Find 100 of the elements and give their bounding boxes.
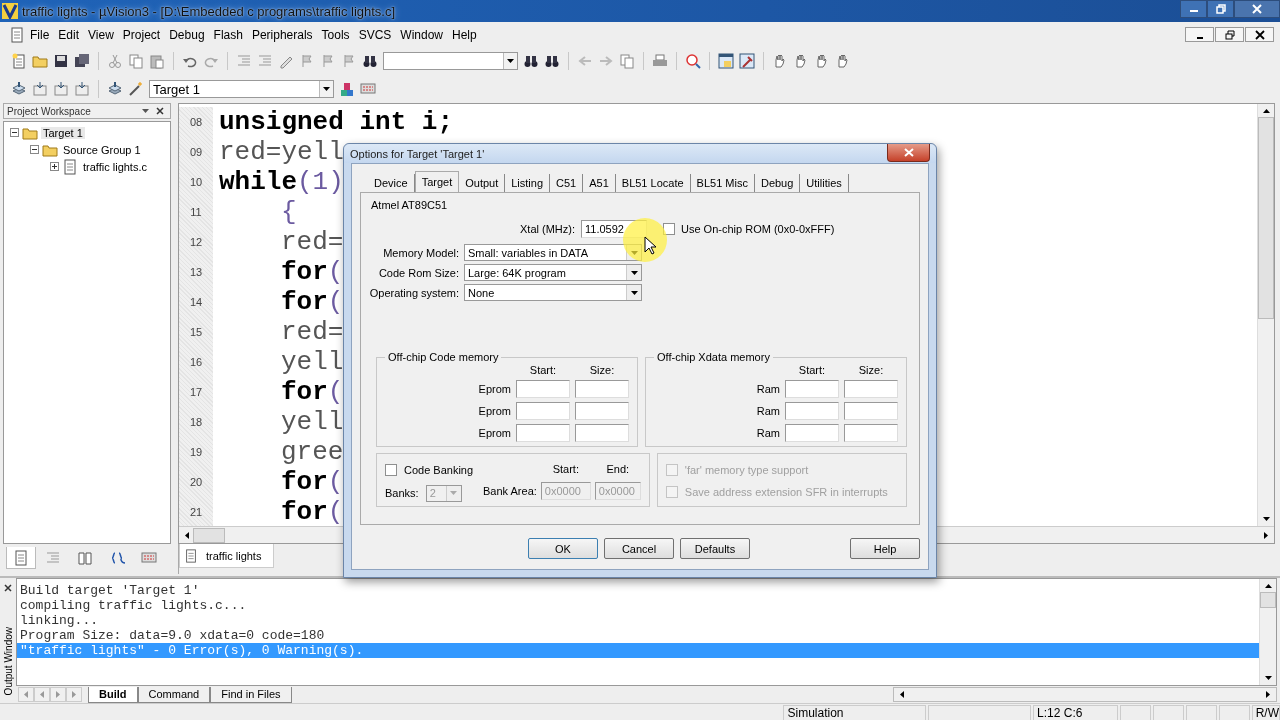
cancel-button[interactable]: Cancel bbox=[604, 538, 674, 559]
forward-arrow-icon[interactable] bbox=[598, 53, 614, 69]
help-button[interactable]: Help bbox=[850, 538, 920, 559]
dropdown[interactable]: None bbox=[464, 284, 642, 301]
bottom-tab[interactable]: Find in Files bbox=[210, 686, 292, 703]
scrollbar-thumb[interactable] bbox=[1260, 592, 1276, 608]
hand-icon[interactable] bbox=[793, 53, 809, 69]
scroll-up-icon[interactable] bbox=[1262, 109, 1270, 113]
tree-item[interactable]: traffic lights.c bbox=[81, 160, 149, 173]
close-icon[interactable] bbox=[156, 107, 164, 115]
close-icon[interactable] bbox=[4, 584, 12, 592]
copy-icon[interactable] bbox=[128, 53, 144, 69]
input-field[interactable] bbox=[844, 424, 898, 442]
dialog-tab[interactable]: Target bbox=[414, 171, 460, 192]
save-all-icon[interactable] bbox=[74, 53, 90, 69]
close-button[interactable] bbox=[887, 144, 930, 162]
hammer-window-icon[interactable] bbox=[739, 53, 755, 69]
tree-item[interactable]: Source Group 1 bbox=[61, 143, 143, 156]
menu-item[interactable]: Project bbox=[118, 25, 165, 44]
save-icon[interactable] bbox=[53, 53, 69, 69]
restore-button[interactable] bbox=[1215, 27, 1244, 42]
input-field[interactable] bbox=[844, 402, 898, 420]
restore-button[interactable] bbox=[1207, 0, 1234, 18]
tab-scroll-button[interactable] bbox=[34, 687, 50, 702]
editor-tab[interactable]: traffic lights bbox=[179, 544, 275, 568]
menu-item[interactable]: Edit bbox=[54, 25, 84, 44]
new-file-icon[interactable] bbox=[11, 53, 27, 69]
menu-item[interactable]: Flash bbox=[209, 25, 247, 44]
ok-button[interactable]: OK bbox=[528, 538, 598, 559]
menu-item[interactable]: Help bbox=[448, 25, 481, 44]
input-field[interactable] bbox=[844, 380, 898, 398]
wand-icon[interactable] bbox=[128, 81, 144, 97]
vertical-scrollbar[interactable] bbox=[1257, 104, 1274, 526]
menu-item[interactable]: Peripherals bbox=[247, 25, 317, 44]
print-icon[interactable] bbox=[652, 53, 668, 69]
hand-icon[interactable] bbox=[772, 53, 788, 69]
dialog-tab[interactable]: BL51 Misc bbox=[690, 174, 755, 192]
dialog-tab[interactable]: Debug bbox=[754, 174, 801, 192]
scroll-up-icon[interactable] bbox=[1264, 584, 1272, 588]
dialog-tab[interactable]: Device bbox=[368, 174, 415, 192]
scroll-down-icon[interactable] bbox=[1262, 517, 1270, 521]
input-field[interactable] bbox=[575, 402, 629, 420]
scrollbar-thumb[interactable] bbox=[193, 527, 225, 543]
flag-icon[interactable] bbox=[299, 53, 315, 69]
checkbox[interactable] bbox=[385, 464, 397, 476]
tab-scroll-button[interactable] bbox=[66, 687, 82, 702]
vertical-scrollbar[interactable] bbox=[1259, 579, 1276, 685]
scroll-down-icon[interactable] bbox=[1264, 676, 1272, 680]
panel-tab[interactable] bbox=[6, 547, 36, 569]
bottom-tab[interactable]: Command bbox=[137, 686, 211, 703]
dialog-tab[interactable]: A51 bbox=[583, 174, 616, 192]
search-icon[interactable] bbox=[523, 53, 539, 69]
back-arrow-icon[interactable] bbox=[577, 53, 593, 69]
build-all-icon[interactable] bbox=[53, 81, 69, 97]
input-field[interactable] bbox=[785, 402, 839, 420]
dialog-tab[interactable]: BL51 Locate bbox=[615, 174, 691, 192]
dialog-tab[interactable]: Listing bbox=[505, 174, 551, 192]
menu-item[interactable]: SVCS bbox=[354, 25, 396, 44]
menu-item[interactable]: Tools bbox=[317, 25, 354, 44]
binoculars-icon[interactable] bbox=[544, 53, 560, 69]
tree-item[interactable]: Target 1 bbox=[41, 126, 85, 139]
tab-scroll-button[interactable] bbox=[18, 687, 34, 702]
open-folder-icon[interactable] bbox=[32, 53, 48, 69]
target-select[interactable]: Target 1 bbox=[149, 80, 334, 98]
window-icon[interactable] bbox=[718, 53, 734, 69]
dialog-tab[interactable]: Output bbox=[459, 174, 506, 192]
menu-item[interactable]: Window bbox=[396, 25, 447, 44]
flag-icon[interactable] bbox=[341, 53, 357, 69]
scroll-left-icon[interactable] bbox=[185, 531, 189, 539]
download-icon[interactable] bbox=[107, 81, 123, 97]
keyboard-icon[interactable] bbox=[360, 81, 376, 97]
cut-icon[interactable] bbox=[107, 53, 123, 69]
checkbox[interactable] bbox=[663, 223, 675, 235]
expander-icon[interactable] bbox=[10, 128, 19, 137]
load-icon[interactable] bbox=[11, 81, 27, 97]
minimize-button[interactable] bbox=[1185, 27, 1214, 42]
hand-icon[interactable] bbox=[814, 53, 830, 69]
tab-scroll-button[interactable] bbox=[50, 687, 66, 702]
horizontal-scrollbar[interactable] bbox=[893, 687, 1277, 702]
input-field[interactable] bbox=[785, 380, 839, 398]
blocks-icon[interactable] bbox=[339, 81, 355, 97]
find-combo[interactable] bbox=[383, 52, 518, 70]
input-field[interactable] bbox=[516, 424, 570, 442]
input-field[interactable] bbox=[516, 380, 570, 398]
dialog-tab[interactable]: Utilities bbox=[800, 174, 849, 192]
minimize-button[interactable] bbox=[1180, 0, 1207, 18]
close-button[interactable] bbox=[1245, 27, 1274, 42]
input-field[interactable] bbox=[516, 402, 570, 420]
input-field[interactable] bbox=[785, 424, 839, 442]
close-button[interactable] bbox=[1234, 0, 1280, 18]
menu-item[interactable]: Debug bbox=[165, 25, 209, 44]
dropdown[interactable]: Large: 64K program bbox=[464, 264, 642, 281]
defaults-button[interactable]: Defaults bbox=[680, 538, 750, 559]
hand-icon[interactable] bbox=[835, 53, 851, 69]
menu-item[interactable]: View bbox=[84, 25, 118, 44]
menu-item[interactable]: File bbox=[26, 25, 54, 44]
expander-icon[interactable] bbox=[30, 145, 39, 154]
build-icon[interactable] bbox=[32, 81, 48, 97]
dropdown-icon[interactable] bbox=[142, 109, 149, 113]
scrollbar-thumb[interactable] bbox=[1258, 117, 1274, 319]
